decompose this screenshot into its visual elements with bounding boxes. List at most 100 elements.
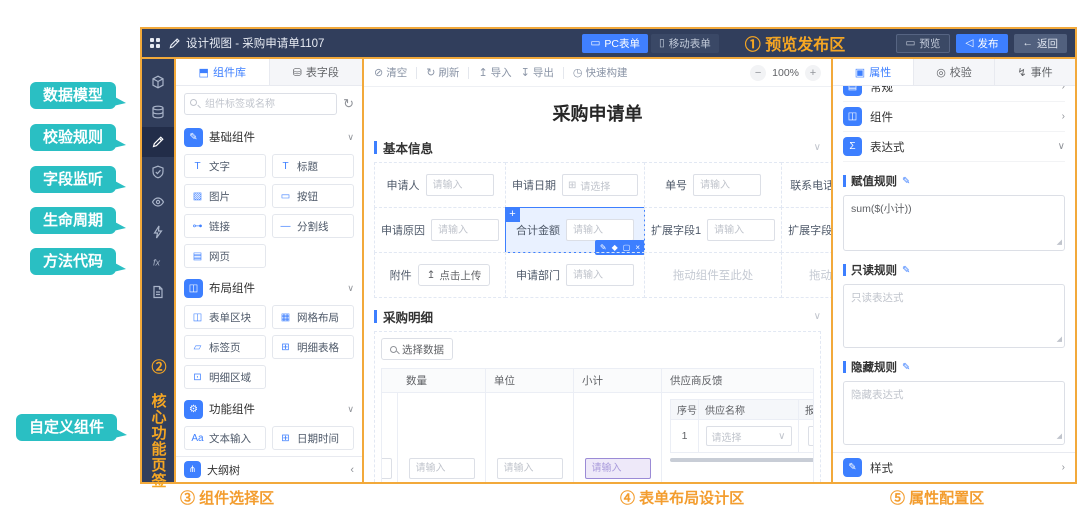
collapse-panel-icon[interactable]: ‹: [350, 464, 354, 476]
empty-drop-zone[interactable]: 拖动组件至此处: [644, 252, 782, 298]
data-model-database-icon[interactable]: [142, 97, 174, 127]
zoom-out-button[interactable]: −: [750, 65, 766, 81]
method-code-fx-icon[interactable]: fx: [142, 247, 174, 277]
field-applicant[interactable]: 申请人: [374, 162, 506, 208]
unit-input[interactable]: [497, 458, 563, 479]
section-component[interactable]: ◫ 组件 ›: [843, 102, 1065, 132]
component-item-form-block[interactable]: ◫表单区块: [184, 305, 266, 329]
cell-quantity[interactable]: [398, 393, 486, 482]
section-function-components[interactable]: ⚙ 功能组件 ∨: [184, 396, 354, 422]
component-item-grid-layout[interactable]: ▦网格布局: [272, 305, 354, 329]
applicant-input[interactable]: [426, 174, 494, 196]
tab-validation[interactable]: ◎校验: [913, 59, 994, 85]
field-department[interactable]: 申请部门: [505, 252, 645, 298]
apps-grid-icon[interactable]: [150, 38, 160, 48]
mobile-form-button[interactable]: ▯移动表单: [651, 34, 719, 53]
copy-icon[interactable]: ▢: [623, 243, 631, 252]
preview-button[interactable]: ▭预览: [896, 34, 951, 53]
custom-component-doc-icon[interactable]: [142, 277, 174, 307]
lifecycle-lightning-icon[interactable]: [142, 217, 174, 247]
import-button[interactable]: ↥导入: [478, 65, 511, 80]
components-cube-icon[interactable]: [142, 67, 174, 97]
publish-button[interactable]: ◁发布: [956, 34, 1007, 53]
zoom-in-button[interactable]: +: [805, 65, 821, 81]
section-general[interactable]: ▤ 常规 ›: [843, 86, 1065, 102]
order-no-input[interactable]: [693, 174, 761, 196]
outline-tree-bar[interactable]: ⋔ 大纲树 ‹: [176, 456, 362, 482]
total-amount-input[interactable]: [566, 219, 634, 241]
empty-drop-zone[interactable]: 拖动组件至此处: [781, 252, 831, 298]
move-handle-icon[interactable]: +: [505, 207, 520, 222]
partial-input[interactable]: [382, 458, 392, 479]
cell-unit[interactable]: [486, 393, 574, 482]
tab-events[interactable]: ↯事件: [994, 59, 1075, 85]
design-pen-icon[interactable]: [142, 127, 174, 157]
hidden-rule-textarea[interactable]: [843, 381, 1065, 445]
field-watch-eye-icon[interactable]: [142, 187, 174, 217]
component-item-detail-area[interactable]: ⊡明细区域: [184, 365, 266, 389]
edit-icon[interactable]: ✎: [600, 243, 607, 252]
field-attachment[interactable]: 附件 ↥ 点击上传: [374, 252, 506, 298]
section-basic-components[interactable]: ✎ 基础组件 ∨: [184, 124, 354, 150]
component-item-text-input[interactable]: Aa文本输入: [184, 426, 266, 450]
quantity-input[interactable]: [409, 458, 475, 479]
component-item-title[interactable]: T标题: [272, 154, 354, 178]
select-data-button[interactable]: 选择数据: [381, 338, 453, 360]
field-reason[interactable]: 申请原因: [374, 207, 506, 253]
apply-date-picker[interactable]: ⊞ 请选择: [562, 174, 638, 196]
component-search-input[interactable]: [184, 93, 337, 115]
section-style[interactable]: ✎ 样式 ›: [833, 452, 1075, 482]
edit-icon[interactable]: ✎: [902, 362, 910, 373]
delete-icon[interactable]: ×: [635, 243, 640, 252]
ext1-input[interactable]: [707, 219, 775, 241]
component-item-text[interactable]: T文字: [184, 154, 266, 178]
subtotal-input-highlighted[interactable]: [585, 458, 651, 479]
format-brush-icon[interactable]: ◆: [612, 243, 618, 252]
cell-supplier-feedback: 序号 供应名称 报价 1 请选择: [662, 393, 814, 482]
tab-table-fields[interactable]: ⛁表字段: [269, 59, 363, 85]
readonly-rule-textarea[interactable]: [843, 284, 1065, 348]
chevron-down-icon[interactable]: ∨: [814, 311, 821, 322]
refresh-icon[interactable]: ↻: [343, 96, 354, 112]
section-expression[interactable]: Σ 表达式 ∨: [843, 132, 1065, 162]
component-item-datetime[interactable]: ⊞日期时间: [272, 426, 354, 450]
assign-rule-textarea[interactable]: sum($(小计)): [843, 195, 1065, 251]
supplier-select[interactable]: 请选择 ∨: [706, 426, 792, 446]
field-ext2[interactable]: 扩展字段2 − +: [781, 207, 831, 253]
validation-shield-icon[interactable]: [142, 157, 174, 187]
reason-input[interactable]: [431, 219, 499, 241]
component-item-button[interactable]: ▭按钮: [272, 184, 354, 208]
pc-form-button[interactable]: ▭PC表单: [582, 34, 648, 53]
field-order-no[interactable]: 单号: [644, 162, 782, 208]
field-apply-date[interactable]: 申请日期 ⊞ 请选择: [505, 162, 645, 208]
quote-input[interactable]: [808, 426, 815, 446]
back-button[interactable]: ←返回: [1014, 34, 1068, 53]
export-button[interactable]: ↧导出: [521, 65, 554, 80]
component-item-link[interactable]: ⊶链接: [184, 214, 266, 238]
field-total-amount-selected[interactable]: + 合计金额 ✎ ◆ ▢ ×: [505, 207, 645, 253]
tab-component-library[interactable]: ⬒组件库: [176, 59, 269, 85]
tab-properties[interactable]: ▣属性: [833, 59, 913, 85]
chevron-down-icon[interactable]: ∨: [814, 142, 821, 153]
field-ext1[interactable]: 扩展字段1: [644, 207, 782, 253]
check-circle-icon: ◎: [936, 66, 946, 79]
horizontal-scrollbar[interactable]: [670, 458, 814, 462]
component-item-image[interactable]: ▨图片: [184, 184, 266, 208]
quick-build-button[interactable]: ◷快速构建: [573, 65, 628, 80]
field-phone[interactable]: 联系电话: [781, 162, 831, 208]
section-layout-components[interactable]: ◫ 布局组件 ∨: [184, 275, 354, 301]
department-input[interactable]: [566, 264, 634, 286]
scrollbar-thumb[interactable]: [670, 458, 814, 462]
clear-button[interactable]: ⊘清空: [374, 65, 407, 80]
component-item-detail-table[interactable]: ⊞明细表格: [272, 335, 354, 359]
cell-subtotal[interactable]: [574, 393, 662, 482]
upload-button[interactable]: ↥ 点击上传: [418, 264, 491, 286]
callout-label: 自定义组件: [29, 419, 104, 436]
component-item-webpage[interactable]: ▤网页: [184, 244, 266, 268]
component-item-tab-page[interactable]: ▱标签页: [184, 335, 266, 359]
refresh-button[interactable]: ↻刷新: [426, 65, 459, 80]
component-item-divider[interactable]: —分割线: [272, 214, 354, 238]
nested-column-supplier-name: 供应名称: [699, 400, 799, 420]
edit-icon[interactable]: ✎: [902, 176, 910, 187]
edit-icon[interactable]: ✎: [902, 265, 910, 276]
